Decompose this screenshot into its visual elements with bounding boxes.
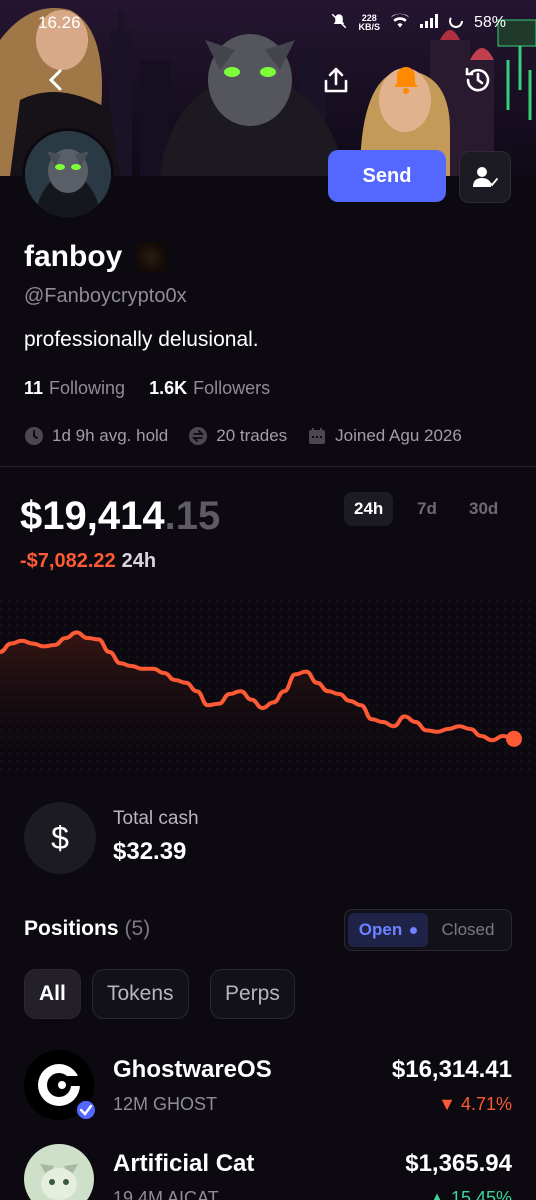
- history-icon: [465, 67, 490, 92]
- dollar-icon: $: [24, 802, 96, 874]
- avg-hold: 1d 9h avg. hold: [24, 426, 168, 446]
- range-24h-button[interactable]: 24h: [344, 492, 394, 526]
- trade-count-text: 20 trades: [216, 426, 288, 445]
- token-amount: 12M GHOST: [113, 1094, 218, 1114]
- filter-tokens[interactable]: Tokens: [92, 969, 189, 1019]
- signal-icon: [419, 13, 438, 33]
- follow-stats: 11 Following 1.6K Followers: [24, 378, 270, 399]
- range-7d-button[interactable]: 7d: [407, 492, 447, 526]
- token-name: GhostwareOS: [113, 1056, 272, 1083]
- joined-date: Joined Agu 2026: [307, 426, 462, 446]
- bell-icon: [394, 67, 418, 94]
- following-label: Following: [49, 378, 126, 398]
- trade-count: 20 trades: [188, 426, 287, 446]
- cat-token-icon: [24, 1144, 94, 1200]
- status-time: 16.26: [38, 13, 81, 32]
- share-icon: [324, 67, 348, 93]
- positions-title-text: Positions: [24, 917, 119, 940]
- share-button[interactable]: [314, 58, 358, 102]
- position-row[interactable]: Artificial Cat 19.4M AICAT $1,365.94 ▲ 1…: [0, 1142, 536, 1200]
- ghostwareos-logo: [24, 1050, 97, 1121]
- active-dot-icon: [410, 926, 418, 934]
- filter-all[interactable]: All: [24, 969, 81, 1019]
- following-stat[interactable]: 11 Following: [24, 378, 125, 399]
- send-button[interactable]: Send: [328, 150, 446, 202]
- avg-hold-text: 1d 9h avg. hold: [52, 426, 169, 445]
- clock-icon: [25, 427, 43, 445]
- artificial-cat-logo: [24, 1144, 94, 1200]
- cash-label: Total cash: [113, 808, 199, 829]
- filter-perps[interactable]: Perps: [210, 969, 295, 1019]
- following-count: 11: [24, 378, 44, 398]
- token-amount: 19.4M AICAT: [113, 1188, 219, 1200]
- balance-cents: .15: [164, 494, 221, 538]
- toggle-open-label: Open: [358, 920, 403, 939]
- status-bar: 16.26 228 KB/S 58%: [0, 0, 536, 46]
- joined-date-text: Joined Agu 2026: [335, 426, 462, 445]
- change-value: -$7,082.22: [20, 550, 116, 572]
- change-period: 24h: [121, 550, 157, 572]
- token-name: Artificial Cat: [113, 1150, 255, 1177]
- token-change: ▼ 4.71%: [438, 1094, 512, 1114]
- profile-bio: professionally delusional.: [24, 328, 259, 351]
- followers-label: Followers: [193, 378, 271, 398]
- history-button[interactable]: [456, 58, 500, 102]
- notifications-button[interactable]: [384, 58, 428, 102]
- profile-handle[interactable]: @Fanboycrypto0x: [24, 285, 187, 308]
- swap-icon: [189, 427, 208, 445]
- followers-count: 1.6K: [149, 378, 188, 398]
- position-row[interactable]: GhostwareOS 12M GHOST $16,314.41 ▼ 4.71%: [0, 1048, 536, 1128]
- ghost-token-icon: [24, 1050, 97, 1121]
- toggle-closed[interactable]: Closed: [428, 913, 508, 947]
- follow-button[interactable]: [459, 151, 511, 203]
- portfolio-balance: $19,414.15: [20, 494, 220, 539]
- battery-level: 58%: [473, 14, 506, 31]
- net-speed-unit: KB/S: [358, 22, 380, 32]
- portfolio-chart[interactable]: [0, 600, 536, 770]
- section-divider: [0, 466, 536, 467]
- toggle-open[interactable]: Open: [348, 913, 428, 947]
- positions-toggle: Open Closed: [344, 909, 512, 951]
- calendar-icon: [309, 428, 326, 444]
- token-value: $16,314.41: [391, 1056, 512, 1083]
- followers-stat[interactable]: 1.6K Followers: [149, 378, 270, 399]
- cash-value: $32.39: [113, 838, 187, 865]
- chevron-left-icon: [48, 69, 62, 91]
- profile-badge-icon: [136, 242, 167, 272]
- profile-name-row: fanboy: [24, 240, 167, 274]
- mute-icon: [330, 12, 348, 35]
- battery-icon: [448, 13, 464, 34]
- token-value: $1,365.94: [405, 1150, 512, 1177]
- portfolio-change: -$7,082.22 24h: [20, 550, 156, 573]
- back-button[interactable]: [34, 58, 78, 102]
- profile-meta: 1d 9h avg. hold 20 trades Joined Agu 202…: [24, 426, 462, 446]
- positions-title: Positions (5): [24, 917, 150, 941]
- wifi-icon: [390, 13, 410, 34]
- net-speed: 228 KB/S: [358, 14, 380, 32]
- wolf-avatar-image: [25, 131, 111, 217]
- balance-main: $19,414: [20, 494, 165, 538]
- token-change: ▲ 15.45%: [428, 1188, 512, 1200]
- profile-name: fanboy: [24, 240, 123, 273]
- positions-count: (5): [124, 917, 151, 940]
- avatar[interactable]: [22, 128, 114, 220]
- range-30d-button[interactable]: 30d: [459, 492, 508, 526]
- chart-end-point: [506, 730, 522, 747]
- user-check-icon: [473, 167, 498, 187]
